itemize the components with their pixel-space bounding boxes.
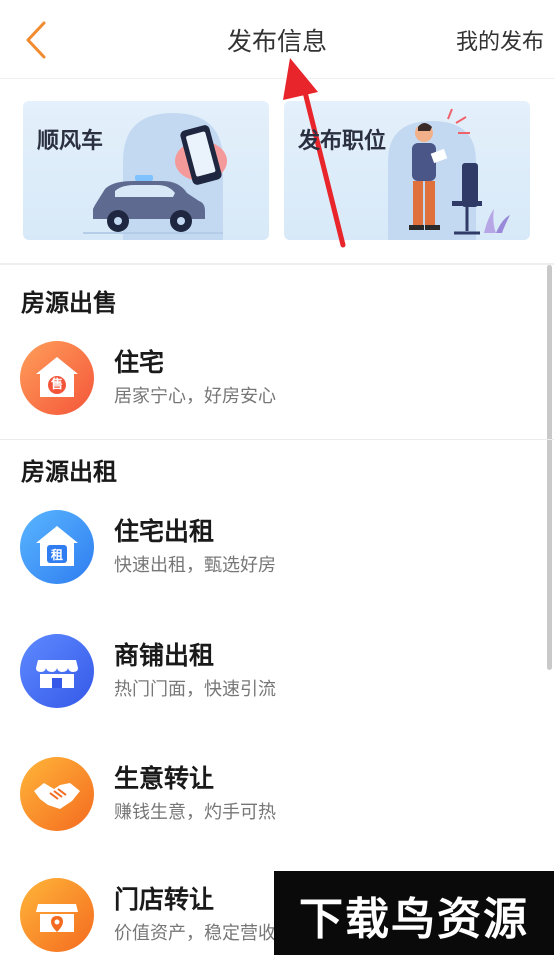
top-bar: 发布信息 我的发布 bbox=[0, 0, 554, 79]
house-sale-icon: 售 bbox=[20, 341, 94, 415]
scrollbar[interactable] bbox=[547, 265, 552, 670]
item-name: 生意转让 bbox=[114, 764, 215, 793]
section-title-sale: 房源出售 bbox=[21, 289, 117, 317]
item-desc: 价值资产，稳定营收 bbox=[114, 923, 276, 944]
rideshare-label: 顺风车 bbox=[37, 129, 104, 154]
item-name: 住宅 bbox=[114, 348, 165, 377]
item-desc: 居家宁心，好房安心 bbox=[114, 386, 276, 407]
post-job-label: 发布职位 bbox=[298, 129, 387, 154]
list-item-residence-rent[interactable]: 租 住宅出租 快速出租，甄选好房 bbox=[0, 502, 540, 592]
house-rent-icon: 租 bbox=[20, 510, 94, 584]
watermark-text: 下载鸟资源 bbox=[299, 894, 529, 945]
section-divider bbox=[0, 263, 554, 265]
rent-char: 租 bbox=[50, 548, 63, 562]
office-worker-illustration bbox=[388, 108, 510, 240]
my-publish-link[interactable]: 我的发布 bbox=[456, 24, 544, 56]
sale-char: 售 bbox=[50, 377, 63, 391]
handshake-icon bbox=[20, 757, 94, 831]
rideshare-card[interactable]: 顺风车 bbox=[23, 101, 269, 240]
section-divider-thin bbox=[0, 439, 554, 440]
item-desc: 赚钱生意，灼手可热 bbox=[114, 802, 276, 823]
banner-row: 顺风车 发布职位 bbox=[0, 78, 554, 263]
item-desc: 快速出租，甄选好房 bbox=[114, 555, 276, 576]
shop-icon bbox=[20, 634, 94, 708]
post-job-card[interactable]: 发布职位 bbox=[284, 101, 530, 240]
section-title-rent: 房源出租 bbox=[21, 458, 117, 486]
item-name: 门店转让 bbox=[114, 885, 215, 914]
watermark-banner: 下载鸟资源 bbox=[274, 871, 554, 955]
item-desc: 热门门面，快速引流 bbox=[114, 679, 276, 700]
item-name: 住宅出租 bbox=[114, 517, 215, 546]
list-item-shop-rent[interactable]: 商铺出租 热门门面，快速引流 bbox=[0, 626, 540, 716]
store-location-icon bbox=[20, 878, 94, 952]
car-phone-illustration bbox=[83, 113, 227, 240]
list-item-business-transfer[interactable]: 生意转让 赚钱生意，灼手可热 bbox=[0, 749, 540, 839]
item-name: 商铺出租 bbox=[114, 641, 215, 670]
list-item-residence-sale[interactable]: 售 住宅 居家宁心，好房安心 bbox=[0, 333, 540, 423]
